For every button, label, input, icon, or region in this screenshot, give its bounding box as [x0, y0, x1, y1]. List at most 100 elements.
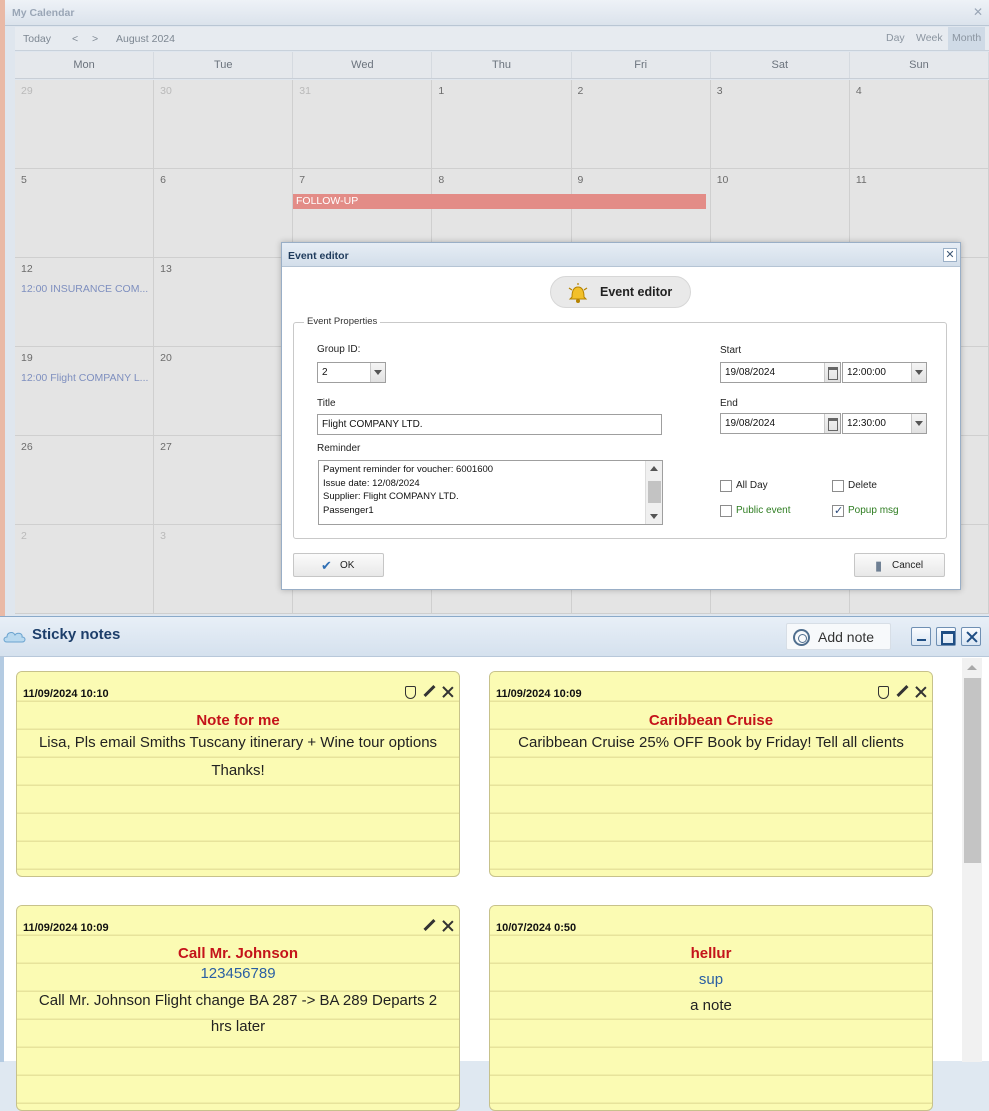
note-body-line: 123456789 [200, 965, 276, 982]
all-day-box[interactable] [720, 480, 732, 492]
next-month-button[interactable]: > [92, 33, 98, 45]
shield-icon[interactable] [876, 685, 890, 699]
calendar-day-cell[interactable]: 31 [293, 80, 433, 169]
calendar-day-cell[interactable]: 2 [15, 525, 155, 614]
view-week-button[interactable]: Week [912, 27, 947, 50]
calendar-day-cell[interactable]: 29 [15, 80, 155, 169]
delete-x-icon[interactable] [914, 685, 928, 699]
group-id-value: 2 [322, 367, 328, 378]
calendar-picker-icon[interactable] [824, 363, 840, 382]
today-button[interactable]: Today [23, 33, 51, 45]
ok-button[interactable]: ✔ OK [293, 553, 384, 577]
day-number: 9 [577, 174, 584, 186]
delete-x-icon[interactable] [441, 685, 455, 699]
note-body: 123456789 Call Mr. Johnson Flight change… [27, 961, 449, 1041]
pencil-icon[interactable] [895, 685, 909, 699]
view-month-button[interactable]: Month [948, 27, 986, 50]
pencil-icon[interactable] [422, 919, 436, 933]
sticky-note[interactable]: 10/07/2024 0:50 hellur sup a note [489, 905, 933, 1111]
sticky-note[interactable]: 11/09/2024 10:09 Call Mr. Johnson 123456… [16, 905, 460, 1111]
calendar-day-cell[interactable]: 12 12:00 INSURANCE COM... [15, 258, 155, 347]
minimize-icon[interactable] [911, 627, 931, 646]
note-title: Note for me [196, 712, 280, 729]
reminder-scrollbar[interactable] [645, 461, 662, 524]
day-header-sat: Sat [711, 52, 850, 78]
day-header-wed: Wed [293, 52, 433, 78]
dialog-close-icon[interactable]: ✕ [943, 248, 957, 262]
notes-scrollbar[interactable] [962, 658, 982, 1062]
calendar-day-cell[interactable]: 1 [432, 80, 572, 169]
reminder-textarea[interactable]: Payment reminder for voucher: 6001600 Is… [318, 460, 663, 525]
start-date-value: 19/08/2024 [725, 367, 776, 378]
note-timestamp: 11/09/2024 10:09 [496, 688, 582, 700]
popup-msg-label: Popup msg [848, 505, 899, 516]
start-time-select[interactable]: 12:00:00 [842, 362, 927, 383]
calendar-titlebar: My Calendar ✕ [5, 0, 989, 26]
public-event-box[interactable] [720, 505, 732, 517]
event-insurance[interactable]: 12:00 INSURANCE COM... [21, 283, 148, 295]
editor-banner: Event editor [550, 276, 691, 308]
calendar-day-cell[interactable]: 20 [154, 347, 294, 436]
start-date-input[interactable]: 19/08/2024 [720, 362, 841, 383]
calendar-close-icon[interactable]: ✕ [971, 5, 985, 19]
event-flight[interactable]: 12:00 Flight COMPANY L... [21, 372, 148, 384]
reminder-line: Passenger1 [323, 504, 374, 516]
delete-box[interactable] [832, 480, 844, 492]
chevron-down-icon[interactable] [911, 363, 926, 382]
calendar-day-cell[interactable]: 27 [154, 436, 294, 525]
reminder-line: Issue date: 12/08/2024 [323, 477, 420, 489]
note-body-line: a note [690, 997, 732, 1014]
chevron-down-icon[interactable] [911, 414, 926, 433]
title-input[interactable]: Flight COMPANY LTD. [317, 414, 662, 435]
scroll-thumb[interactable] [648, 481, 661, 503]
cancel-button[interactable]: ▮ Cancel [854, 553, 945, 577]
cancel-label: Cancel [892, 560, 924, 571]
sticky-notes-header: Sticky notes Add note [0, 617, 989, 657]
end-time-value: 12:30:00 [847, 418, 886, 429]
day-number: 3 [716, 85, 723, 97]
sticky-note[interactable]: 11/09/2024 10:10 Note for me Lisa, Pls e… [16, 671, 460, 877]
close-icon[interactable] [961, 627, 981, 646]
popup-msg-box[interactable] [832, 504, 844, 517]
note-top-strip [17, 672, 459, 676]
day-number: 19 [21, 352, 33, 364]
scroll-up-icon[interactable] [967, 665, 977, 670]
calendar-day-cell[interactable]: 3 [154, 525, 294, 614]
calendar-title: My Calendar [12, 7, 75, 19]
scroll-down-icon[interactable] [650, 514, 658, 519]
sticky-notes-panel: Sticky notes Add note 11/09/2024 10:10 N… [0, 616, 989, 1111]
calendar-day-cell[interactable]: 3 [710, 80, 850, 169]
note-actions [417, 919, 455, 933]
scroll-up-icon[interactable] [650, 466, 658, 471]
sticky-note[interactable]: 11/09/2024 10:09 Caribbean Cruise Caribb… [489, 671, 933, 877]
add-note-button[interactable]: Add note [786, 623, 891, 650]
calendar-day-cell[interactable]: 30 [154, 80, 294, 169]
calendar-day-cell[interactable]: 5 [15, 169, 155, 258]
prev-month-button[interactable]: < [72, 33, 78, 45]
calendar-day-cell[interactable]: 13 [154, 258, 294, 347]
maximize-icon[interactable] [936, 627, 956, 646]
chevron-down-icon[interactable] [370, 363, 385, 382]
day-number: 6 [160, 174, 166, 186]
pencil-icon[interactable] [422, 685, 436, 699]
event-followup[interactable]: FOLLOW-UP [293, 194, 706, 209]
day-number: 31 [299, 85, 311, 97]
note-body: Lisa, Pls email Smiths Tuscany itinerary… [27, 729, 449, 784]
delete-x-icon[interactable] [441, 919, 455, 933]
calendar-day-cell[interactable]: 26 [15, 436, 155, 525]
calendar-toolbar: Today < > August 2024 Day Week Month [15, 27, 989, 51]
calendar-picker-icon[interactable] [824, 414, 840, 433]
calendar-day-cell[interactable]: 19 12:00 Flight COMPANY L... [15, 347, 155, 436]
shield-icon[interactable] [403, 685, 417, 699]
group-id-label: Group ID: [317, 344, 361, 355]
reminder-label: Reminder [317, 443, 361, 454]
end-date-input[interactable]: 19/08/2024 [720, 413, 841, 434]
scroll-thumb[interactable] [964, 678, 981, 863]
end-time-select[interactable]: 12:30:00 [842, 413, 927, 434]
calendar-day-cell[interactable]: 6 [154, 169, 294, 258]
view-day-button[interactable]: Day [882, 27, 909, 50]
calendar-day-cell[interactable]: 2 [571, 80, 711, 169]
day-header-mon: Mon [15, 52, 155, 78]
calendar-day-cell[interactable]: 4 [849, 80, 989, 169]
group-id-select[interactable]: 2 [317, 362, 386, 383]
